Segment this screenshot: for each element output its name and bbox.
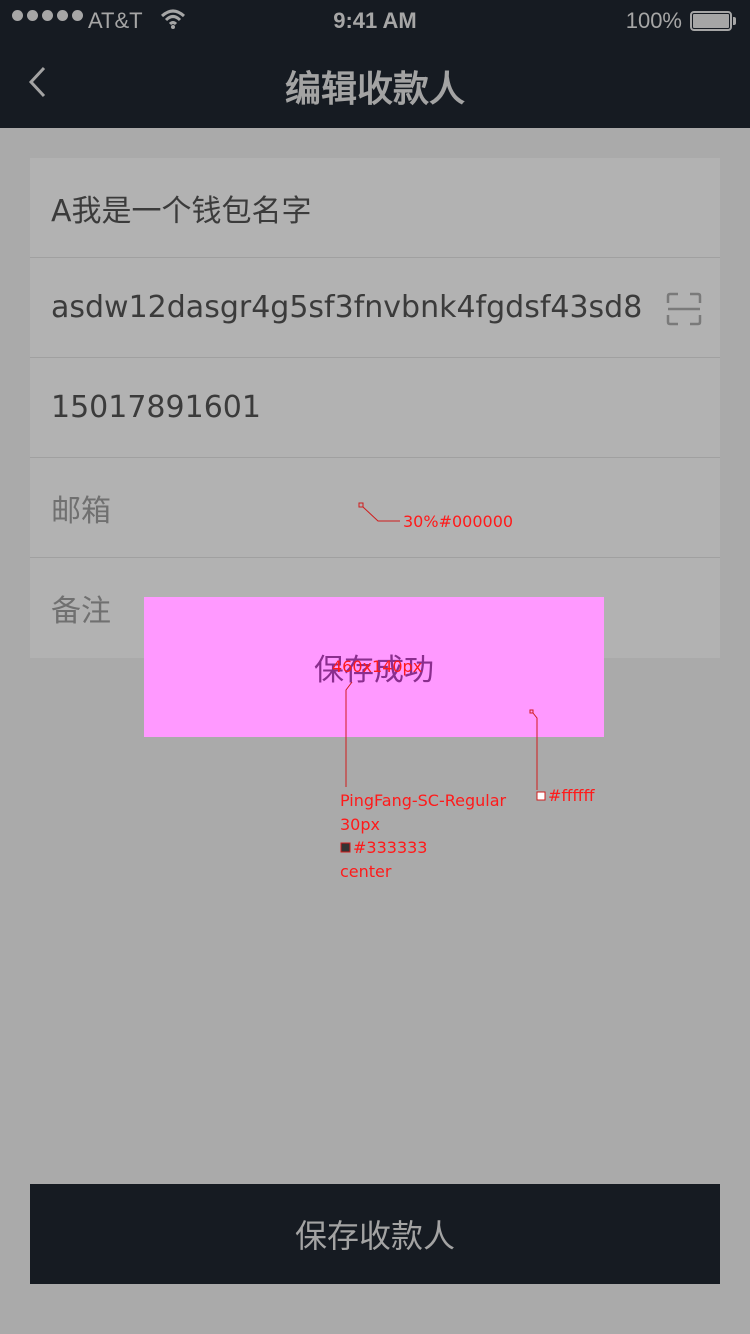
scan-icon[interactable] (666, 292, 702, 326)
payee-form: A我是一个钱包名字 asdw12dasgr4g5sf3fnvbnk4fgdsf4… (30, 158, 720, 658)
font-annotation: PingFang-SC-Regular (340, 791, 507, 810)
page-title: 编辑收款人 (284, 69, 465, 110)
battery-percent: 100% (625, 8, 682, 33)
save-payee-button[interactable]: 保存收款人 (30, 1184, 720, 1284)
address-field[interactable]: asdw12dasgr4g5sf3fnvbnk4fgdsf43sd8 (30, 258, 720, 358)
overlay-annotation: 30%#000000 (403, 512, 514, 531)
top-bar: AT&T 9:41 AM 100% 编辑收款人 (0, 0, 750, 128)
name-value: A我是一个钱包名字 (51, 193, 312, 229)
save-payee-label: 保存收款人 (294, 1217, 455, 1255)
battery-icon (690, 11, 736, 31)
size-annotation: 460x140px (332, 657, 423, 676)
email-field[interactable]: 邮箱 (30, 458, 720, 558)
phone-value: 15017891601 (51, 390, 261, 425)
status-bar: AT&T 9:41 AM 100% (0, 0, 750, 40)
email-placeholder: 邮箱 (51, 493, 111, 529)
name-field[interactable]: A我是一个钱包名字 (30, 158, 720, 258)
bg-annotation: #ffffff (548, 786, 595, 805)
phone-field[interactable]: 15017891601 (30, 358, 720, 458)
note-placeholder: 备注 (51, 594, 111, 629)
address-value: asdw12dasgr4g5sf3fnvbnk4fgdsf43sd8 (51, 290, 643, 325)
align-annotation: center (340, 862, 392, 881)
font-size-annotation: 30px (340, 815, 380, 834)
color-annotation: #333333 (353, 838, 428, 857)
